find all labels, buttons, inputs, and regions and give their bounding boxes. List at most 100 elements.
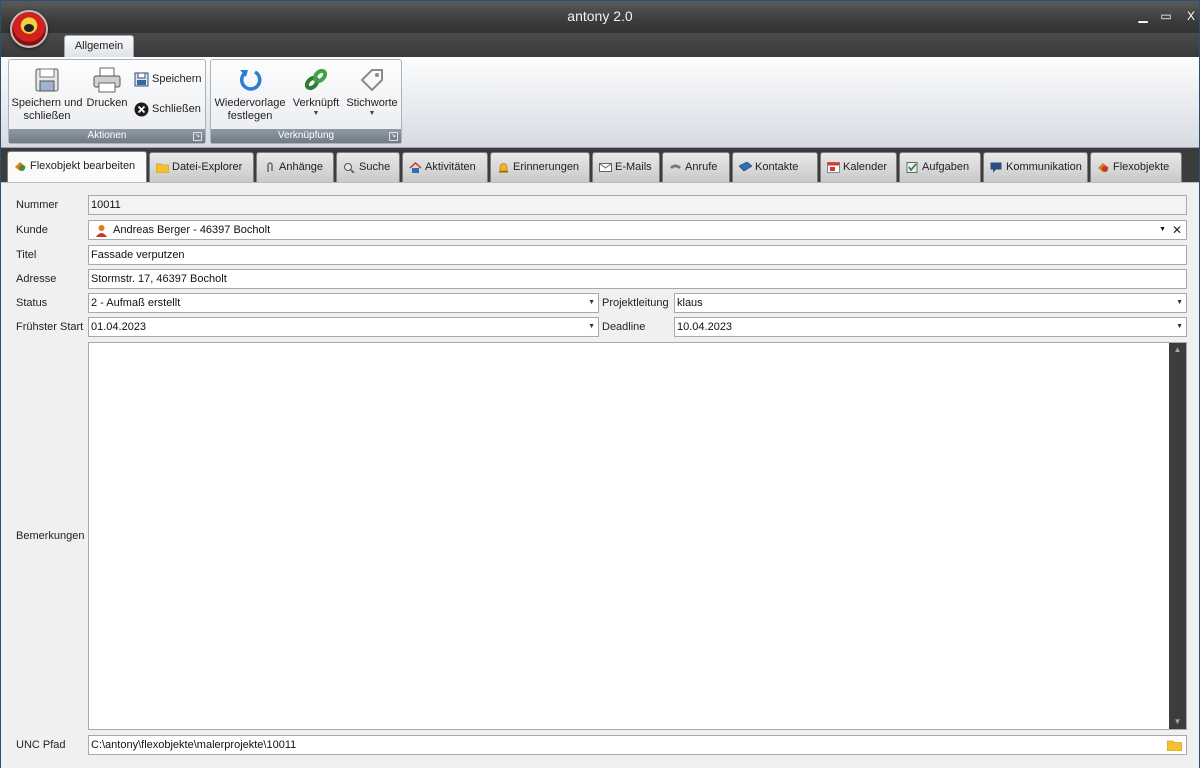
tab-anhaenge[interactable]: Anhänge — [256, 152, 334, 182]
tab-kalender[interactable]: Kalender — [820, 152, 897, 182]
unc-pfad-label: UNC Pfad — [16, 739, 66, 751]
nummer-label: Nummer — [16, 199, 59, 211]
keywords-button[interactable]: Stichworte ▼ — [344, 66, 400, 118]
fruehster-start-datepicker[interactable]: 01.04.2023 ▼ — [88, 317, 599, 337]
tab-flexobjekt-bearbeiten[interactable]: Flexobjekt bearbeiten — [7, 151, 147, 182]
save-and-close-button[interactable]: Speichern und schließen — [11, 66, 83, 123]
status-label: Status — [16, 297, 48, 309]
save-small-icon — [134, 72, 149, 87]
vertical-scrollbar[interactable]: ▲ ▼ — [1169, 343, 1186, 729]
print-button[interactable]: Drucken — [85, 66, 129, 110]
tab-label: Anhänge — [279, 161, 324, 173]
deadline-datepicker[interactable]: 10.04.2023 ▼ — [674, 317, 1187, 337]
clear-icon[interactable]: ✕ — [1172, 221, 1182, 239]
close-button[interactable]: Schließen — [134, 100, 201, 118]
keywords-dropdown-caret-icon: ▼ — [368, 110, 376, 117]
ribbon: Speichern und schließen Drucken Speicher… — [1, 57, 1199, 148]
close-circle-icon — [134, 102, 149, 117]
tab-label: Suche — [359, 161, 391, 173]
save-label: Speichern — [152, 73, 202, 85]
group-label-aktionen: Aktionen — [9, 129, 205, 143]
titel-field[interactable]: Fassade verputzen — [88, 245, 1187, 265]
chevron-down-icon[interactable]: ▼ — [1159, 221, 1166, 239]
tab-aufgaben[interactable]: Aufgaben — [899, 152, 981, 182]
fruehster-start-value: 01.04.2023 — [91, 321, 147, 333]
kunde-value: Andreas Berger - 46397 Bocholt — [113, 224, 271, 236]
flexobject-form: Nummer 10011 Kunde Andreas Berger - 4639… — [1, 182, 1199, 768]
tab-label: Flexobjekte — [1113, 161, 1170, 173]
deadline-label: Deadline — [602, 321, 646, 333]
save-button[interactable]: Speichern — [134, 70, 202, 88]
minimize-button[interactable]: ▁ — [1134, 7, 1152, 25]
bell-icon — [499, 163, 508, 173]
tab-datei-explorer[interactable]: Datei-Explorer — [149, 152, 254, 182]
print-label: Drucken — [86, 97, 128, 109]
search-icon — [344, 163, 355, 173]
tab-label: Datei-Explorer — [172, 161, 243, 173]
ribbon-tab-allgemein[interactable]: Allgemein — [64, 35, 134, 57]
fruehster-start-label: Frühster Start — [16, 321, 84, 333]
folder-browse-icon[interactable] — [1167, 739, 1182, 751]
scroll-up-icon[interactable]: ▲ — [1169, 343, 1186, 357]
title-bar: antony 2.0 ▁ ▭ X — [1, 1, 1199, 33]
titel-label: Titel — [16, 249, 37, 261]
chevron-down-icon[interactable]: ▼ — [588, 318, 595, 336]
tab-aktivitaeten[interactable]: Aktivitäten — [402, 152, 488, 182]
document-tab-strip: Flexobjekt bearbeiten Datei-Explorer Anh… — [1, 148, 1199, 182]
tab-label: Flexobjekt bearbeiten — [30, 160, 136, 172]
tab-kommunikation[interactable]: Kommunikation — [983, 152, 1088, 182]
followup-button[interactable]: Wiedervorlage festlegen — [213, 66, 287, 123]
house-icon — [409, 162, 422, 173]
maximize-button[interactable]: ▭ — [1157, 7, 1175, 25]
scroll-down-icon[interactable]: ▼ — [1169, 715, 1186, 729]
address-book-icon — [739, 162, 752, 172]
dialog-launcher-icon[interactable]: ↘ — [193, 132, 202, 141]
linked-dropdown-caret-icon: ▼ — [312, 110, 320, 117]
tab-suche[interactable]: Suche — [336, 152, 400, 182]
kunde-combobox[interactable]: Andreas Berger - 46397 Bocholt ▼ ✕ — [88, 220, 1187, 240]
close-label: Schließen — [152, 103, 201, 115]
status-value: 2 - Aufmaß erstellt — [91, 297, 181, 309]
close-window-button[interactable]: X — [1182, 7, 1200, 25]
adresse-field[interactable]: Stormstr. 17, 46397 Bocholt — [88, 269, 1187, 289]
ribbon-group-verknuepfung: Wiedervorlage festlegen Verknüpft ▼ Stic… — [210, 59, 402, 144]
tab-flexobjekte[interactable]: Flexobjekte — [1090, 152, 1182, 182]
tab-anrufe[interactable]: Anrufe — [662, 152, 730, 182]
status-dropdown[interactable]: 2 - Aufmaß erstellt ▼ — [88, 293, 599, 313]
chevron-down-icon[interactable]: ▼ — [1176, 318, 1183, 336]
tab-label: Aufgaben — [922, 161, 970, 173]
tab-label: Aktivitäten — [425, 161, 476, 173]
bemerkungen-label: Bemerkungen — [16, 530, 85, 542]
printer-icon — [93, 67, 121, 93]
tab-kontakte[interactable]: Kontakte — [732, 152, 818, 182]
linked-button[interactable]: Verknüpft ▼ — [290, 66, 342, 118]
app-menu-orb-icon[interactable] — [10, 10, 48, 48]
save-close-label-line2: schließen — [23, 110, 71, 122]
unc-pfad-field[interactable]: C:\antony\flexobjekte\malerprojekte\1001… — [88, 735, 1187, 755]
tab-erinnerungen[interactable]: Erinnerungen — [490, 152, 590, 182]
tab-label: E-Mails — [615, 161, 652, 173]
dialog-launcher-icon[interactable]: ↘ — [389, 132, 398, 141]
followup-label-line2: festlegen — [227, 110, 273, 122]
bemerkungen-value — [89, 343, 1186, 347]
flexobject-icon — [15, 162, 26, 171]
bemerkungen-textarea[interactable]: ▲ ▼ — [88, 342, 1187, 730]
nummer-field[interactable]: 10011 — [88, 195, 1187, 215]
folder-icon — [156, 163, 169, 173]
phone-icon — [670, 164, 681, 169]
ribbon-group-aktionen: Speichern und schließen Drucken Speicher… — [8, 59, 206, 144]
tab-label: Erinnerungen — [513, 161, 580, 173]
tab-e-mails[interactable]: E-Mails — [592, 152, 660, 182]
projektleitung-dropdown[interactable]: klaus ▼ — [674, 293, 1187, 313]
keywords-label: Stichworte — [346, 97, 398, 109]
speech-bubble-icon — [990, 162, 1002, 173]
calendar-icon — [827, 162, 840, 173]
followup-label-line1: Wiedervorlage — [214, 97, 286, 109]
projektleitung-label: Projektleitung — [602, 297, 669, 309]
chevron-down-icon[interactable]: ▼ — [588, 294, 595, 312]
paperclip-icon — [267, 162, 273, 172]
tag-icon — [360, 69, 383, 92]
chevron-down-icon[interactable]: ▼ — [1176, 294, 1183, 312]
envelope-icon — [599, 163, 612, 172]
linked-label: Verknüpft — [292, 97, 340, 109]
